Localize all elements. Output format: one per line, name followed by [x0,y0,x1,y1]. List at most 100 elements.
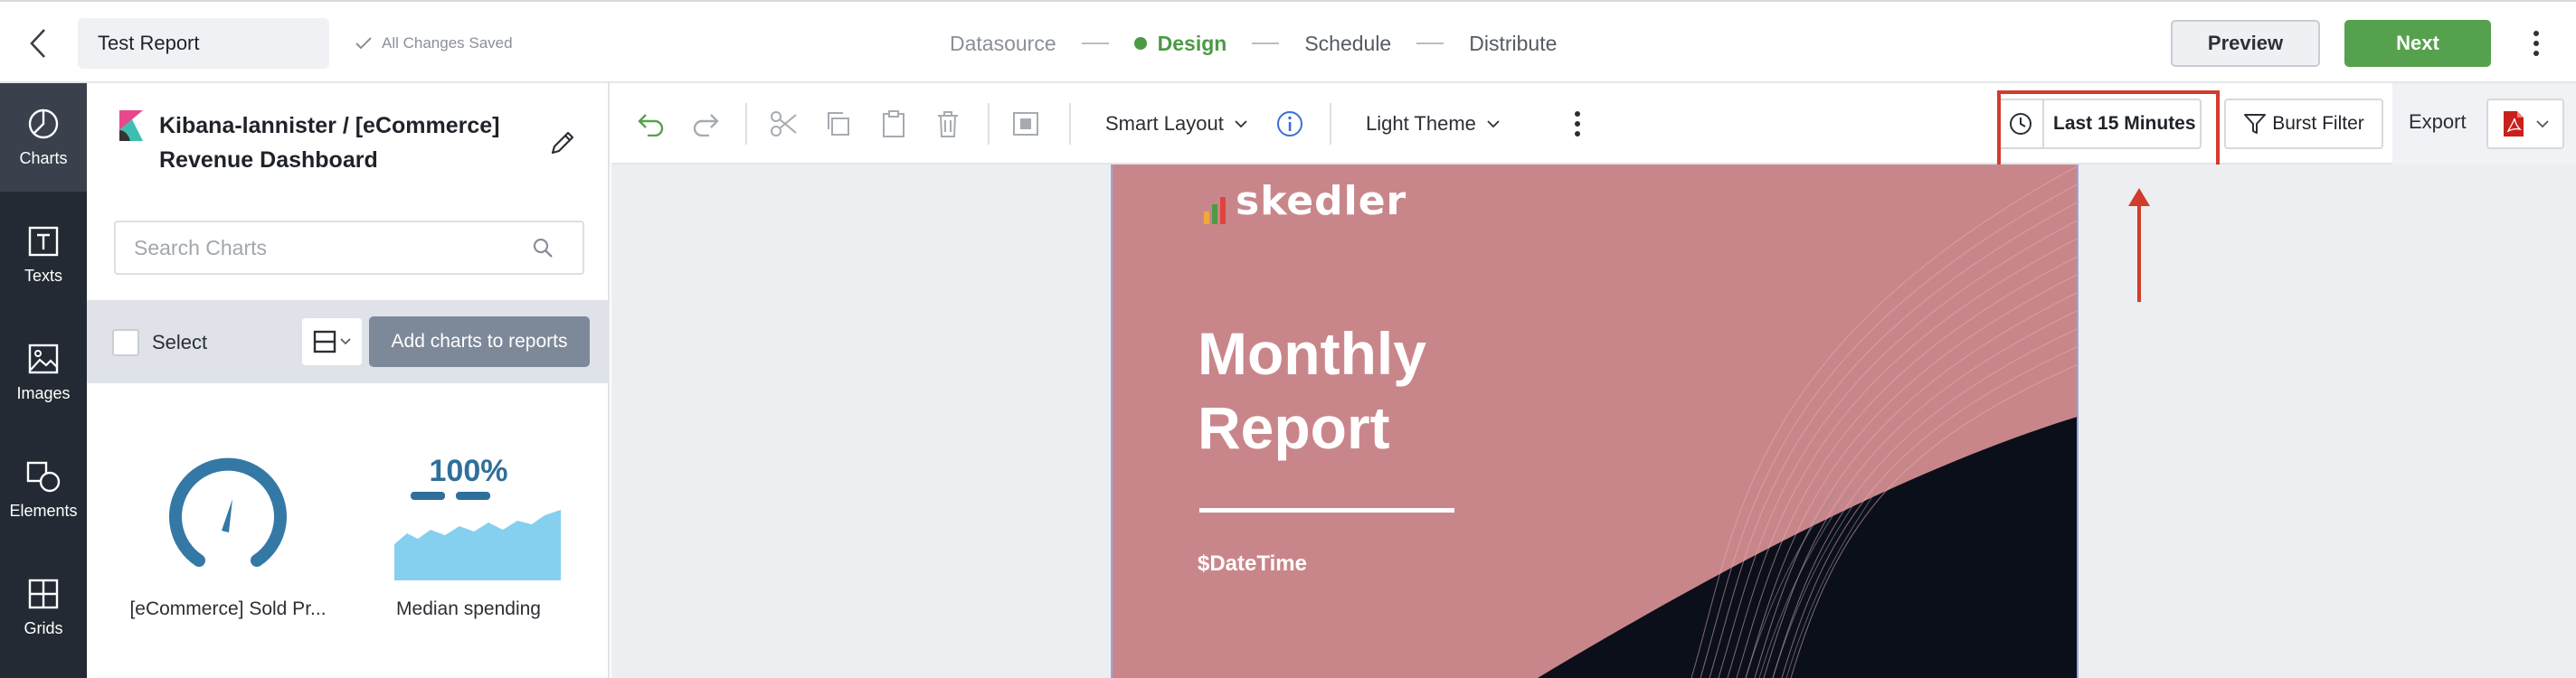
cut-button[interactable] [765,106,801,142]
theme-label: Light Theme [1366,112,1476,135]
text-box-icon [28,226,59,256]
chart-search-input[interactable] [134,235,532,260]
rail-item-texts[interactable]: Texts [0,201,87,309]
toolbar-separator [745,103,747,145]
clipboard-icon [883,110,904,137]
annotation-highlight-box [1997,90,2220,175]
chart-card-label: [eCommerce] Sold Pr... [129,598,327,619]
step-schedule[interactable]: Schedule [1304,32,1391,56]
burst-filter-label: Burst Filter [2272,113,2364,134]
cover-divider-line [1199,508,1454,513]
step-design[interactable]: Design [1133,31,1227,56]
metric-area-chart-thumbnail: 100% [394,454,561,580]
chart-search-box [114,221,584,275]
chevron-down-icon [1235,119,1247,127]
annotation-arrow-icon [2128,188,2150,302]
more-options-button[interactable] [2518,25,2554,61]
preview-button[interactable]: Preview [2171,20,2320,67]
fit-frame-icon [1013,112,1038,136]
copy-icon [828,112,849,136]
step-separator [1252,42,1280,44]
cover-title[interactable]: Monthly Report [1198,316,1559,465]
rail-item-elements[interactable]: Elements [0,436,87,544]
rail-item-charts[interactable]: Charts [0,83,87,192]
next-button[interactable]: Next [2344,20,2491,67]
pie-chart-icon [28,108,59,138]
step-separator [1081,42,1109,44]
editor-toolbar: Smart Layout Light Theme Last 15 Minutes… [611,83,2576,175]
trash-icon [938,111,958,137]
add-charts-to-reports-button[interactable]: Add charts to reports [369,316,590,367]
rail-item-label: Texts [24,266,62,285]
layout-info-button[interactable] [1272,106,1308,142]
design-canvas: skedler Monthly Report $DateTime [611,165,2576,678]
kebab-menu-icon [1575,111,1580,137]
rail-item-images[interactable]: Images [0,318,87,427]
pencil-icon [551,131,574,155]
chart-card-median-spending[interactable]: 100% Median spending [360,436,577,635]
gauge-chart-thumbnail [169,457,287,567]
export-format-dropdown[interactable] [2486,99,2564,149]
pdf-icon [2504,111,2524,137]
dashboard-title: Kibana-lannister / [eCommerce] Revenue D… [159,113,500,173]
kebab-menu-icon [2533,31,2539,56]
export-area: Export [2392,83,2576,165]
copy-button[interactable] [819,106,856,142]
metric-value-text: 100% [430,454,508,488]
list-layout-icon [313,330,336,353]
rail-item-grids[interactable]: Grids [0,553,87,662]
chart-card-label: Median spending [396,598,541,619]
smart-layout-dropdown[interactable]: Smart Layout [1105,106,1247,142]
skedler-bars-icon [1204,197,1226,224]
rail-item-label: Grids [24,618,63,637]
edit-dashboard-button[interactable] [546,127,579,159]
cover-title-line1: Monthly [1198,320,1426,387]
paste-button[interactable] [876,106,912,142]
undo-button[interactable] [633,106,669,142]
step-datasource[interactable]: Datasource [950,32,1056,56]
select-all-checkbox[interactable] [112,329,139,356]
save-status: All Changes Saved [355,29,513,58]
top-bar: Test Report All Changes Saved Datasource… [0,0,2576,83]
toolbar-more-button[interactable] [1559,106,1596,142]
select-bar: Select Add charts to reports [87,300,608,383]
toolbar-separator [988,103,990,145]
step-distribute[interactable]: Distribute [1469,32,1557,56]
undo-icon [638,114,664,137]
kibana-logo-icon [119,110,143,141]
delete-button[interactable] [930,106,966,142]
active-step-dot-icon [1133,37,1147,50]
cover-title-line2: Report [1198,394,1390,461]
wizard-steps: Datasource Design Schedule Distribute [950,24,1557,63]
smart-layout-label: Smart Layout [1105,112,1224,135]
filter-funnel-icon [2244,114,2267,134]
step-separator [1416,42,1444,44]
layout-toggle-dropdown[interactable] [302,318,362,365]
chevron-left-icon [30,29,45,58]
burst-filter-button[interactable]: Burst Filter [2224,99,2383,149]
skedler-logo: skedler [1203,178,1407,224]
step-design-label: Design [1157,31,1227,55]
image-icon [28,344,59,373]
chevron-down-icon [340,338,351,345]
cover-datetime-placeholder[interactable]: $DateTime [1198,551,1307,577]
redo-button[interactable] [687,106,724,142]
search-icon[interactable] [532,237,554,259]
fit-to-page-button[interactable] [1008,106,1044,142]
report-page[interactable]: skedler Monthly Report $DateTime [1111,165,2079,678]
select-all-label: Select [152,331,208,353]
back-button[interactable] [20,25,56,61]
toolbar-separator [1330,103,1331,145]
chevron-down-icon [2536,119,2549,127]
chart-card-sold-products[interactable]: [eCommerce] Sold Pr... [119,436,336,635]
scissors-icon [771,111,797,137]
info-icon [1277,111,1302,137]
skedler-logo-text: skedler [1236,178,1407,224]
theme-dropdown[interactable]: Light Theme [1366,106,1500,142]
rail-item-label: Images [16,383,71,402]
rail-item-label: Elements [9,501,78,520]
report-name-field[interactable]: Test Report [78,18,329,69]
check-icon [355,37,372,50]
export-label: Export [2409,110,2467,133]
tool-rail: Charts Texts Images Elements Grids [0,83,87,678]
